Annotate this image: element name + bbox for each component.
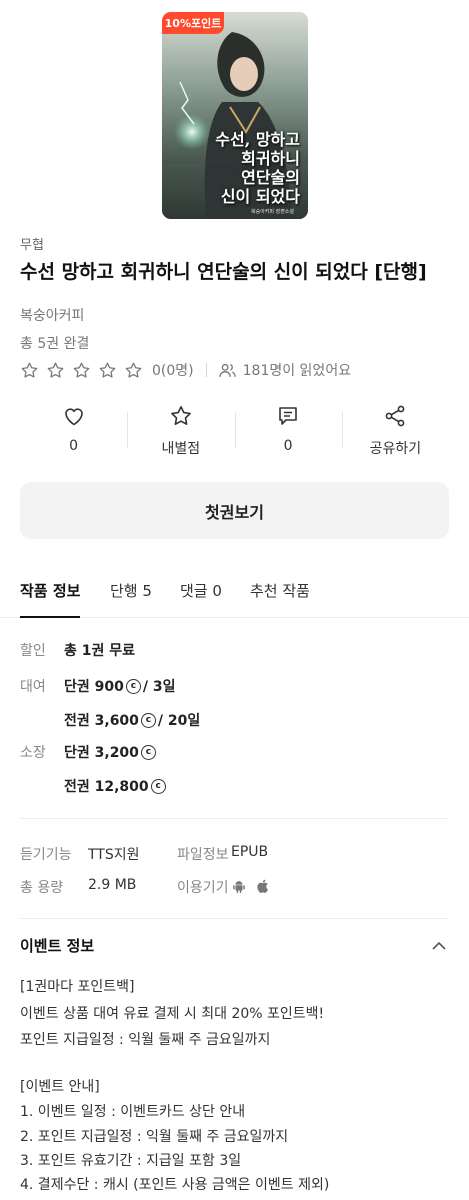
- event-line: 4. 결제수단 : 캐시 (포인트 사용 금액은 이벤트 제외): [20, 1177, 330, 1193]
- tab-volumes[interactable]: 단행 5: [110, 580, 152, 618]
- share-icon: [382, 403, 408, 429]
- tab-work-info[interactable]: 작품 정보: [20, 580, 81, 618]
- size-label: 총 용량: [20, 880, 64, 896]
- star-icon: [98, 361, 117, 380]
- rental-label: 대여: [20, 679, 46, 695]
- own-single-price[interactable]: 단권 3,200 c: [64, 742, 158, 762]
- event-heading[interactable]: 이벤트 정보: [20, 935, 94, 956]
- cash-coin-icon: c: [140, 712, 156, 728]
- point-badge: 10%포인트: [162, 12, 224, 34]
- tab-recommended[interactable]: 추천 작품: [250, 580, 310, 618]
- section-divider: [20, 818, 449, 819]
- android-icon: [232, 879, 246, 899]
- cash-coin-icon: c: [125, 678, 141, 694]
- listen-value: TTS지원: [88, 847, 140, 863]
- cash-coin-icon: c: [140, 744, 156, 760]
- people-icon: [218, 361, 237, 380]
- readers-count: 181명이 읽었어요: [242, 363, 352, 379]
- volume-count: 총 5권 완결: [20, 336, 90, 352]
- own-label: 소장: [20, 745, 46, 761]
- cover-title: 수선, 망하고 회귀하니 연단술의 신이 되었다: [215, 130, 300, 206]
- book-title: 수선 망하고 회귀하니 연단술의 신이 되었다 [단행]: [20, 261, 427, 283]
- event-line: 1. 이벤트 일정 : 이벤트카드 상단 안내: [20, 1104, 246, 1120]
- action-bar: 0 내별점 0 공유하기: [20, 400, 449, 464]
- my-rating-label: 내별점: [161, 441, 201, 457]
- tab-comments[interactable]: 댓글 0: [180, 580, 222, 618]
- author-name[interactable]: 복숭아커피: [20, 305, 84, 325]
- divider: [205, 363, 207, 377]
- size-value: 2.9 MB: [88, 877, 137, 893]
- rental-all-price[interactable]: 전권 3,600 c / 20일: [64, 710, 200, 730]
- cash-coin-icon: c: [150, 778, 166, 794]
- like-count: 0: [69, 438, 79, 454]
- share-button[interactable]: 공유하기: [341, 400, 449, 464]
- rating-row: 0(0명) 181명이 읽었어요: [20, 359, 351, 381]
- event-line: [이벤트 안내]: [20, 1079, 100, 1095]
- section-divider: [20, 918, 449, 919]
- event-line: [1권마다 포인트백]: [20, 979, 135, 995]
- comment-button[interactable]: 0: [234, 400, 342, 464]
- apple-icon: [256, 878, 271, 898]
- discount-label: 할인: [20, 643, 46, 659]
- own-all-price[interactable]: 전권 12,800 c: [64, 776, 168, 796]
- star-icon: [72, 361, 91, 380]
- rating-count: 0(0명): [152, 363, 194, 379]
- device-label: 이용기기: [177, 880, 229, 896]
- event-line: 2. 포인트 지급일정 : 익월 둘째 주 금요일까지: [20, 1129, 289, 1145]
- first-volume-button[interactable]: 첫권보기: [20, 482, 449, 539]
- heart-icon: [61, 403, 87, 429]
- chevron-up-icon[interactable]: [430, 938, 448, 952]
- share-label: 공유하기: [369, 441, 422, 457]
- star-icon: [20, 361, 39, 380]
- tab-bar: 작품 정보 단행 5 댓글 0 추천 작품: [0, 572, 469, 618]
- listen-label: 듣기기능: [20, 847, 72, 863]
- event-line: 3. 포인트 유효기간 : 지급일 포함 3일: [20, 1153, 242, 1169]
- file-value: EPUB: [231, 844, 269, 860]
- genre-label[interactable]: 무협: [20, 234, 44, 253]
- file-label: 파일정보: [177, 847, 229, 863]
- comment-count: 0: [283, 438, 293, 454]
- my-rating-button[interactable]: 내별점: [127, 400, 234, 464]
- comment-icon: [275, 403, 301, 429]
- book-cover[interactable]: 10%포인트 수선, 망하고 회귀하니 연단술의 신이 되었다 복숭아커피 장편…: [162, 12, 308, 219]
- discount-value: 총 1권 무료: [64, 643, 136, 659]
- rental-single-price[interactable]: 단권 900 c / 3일: [64, 676, 175, 696]
- star-icon: [46, 361, 65, 380]
- star-icon: [168, 403, 194, 429]
- cover-subtitle: 복숭아커피 장편소설: [251, 209, 294, 215]
- like-button[interactable]: 0: [20, 400, 127, 464]
- star-icon: [124, 361, 143, 380]
- event-line: 포인트 지급일정 : 익월 둘째 주 금요일까지: [20, 1032, 271, 1048]
- event-line: 이벤트 상품 대여 유료 결제 시 최대 20% 포인트백!: [20, 1006, 325, 1022]
